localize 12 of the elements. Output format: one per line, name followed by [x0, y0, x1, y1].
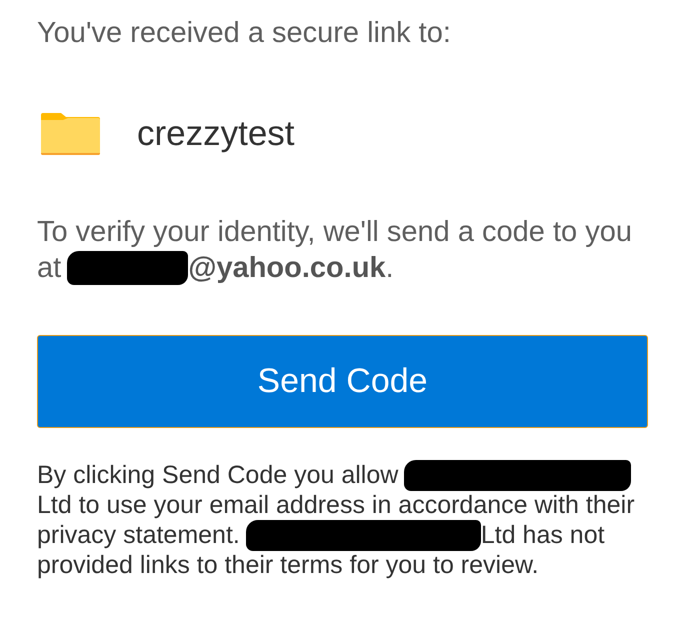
heading-text: You've received a secure link to: — [37, 16, 452, 51]
consent-text: By clicking Send Code you allow — [37, 461, 398, 490]
verification-text: at — [37, 251, 62, 286]
folder-icon — [41, 113, 100, 155]
consent-text: Ltd has not — [480, 521, 605, 550]
folder-name[interactable]: crezzytest — [137, 113, 295, 155]
consent-text: privacy statement. — [37, 521, 240, 550]
send-code-button[interactable]: Send Code — [37, 335, 648, 428]
verification-text: To verify your identity, we'll send a code to you — [37, 215, 632, 250]
consent-text: Ltd to use your email address in accordance with their — [37, 491, 635, 520]
consent-text: provided links to their terms for you to review. — [37, 551, 539, 580]
verification-text: @yahoo.co.uk. — [188, 251, 394, 286]
